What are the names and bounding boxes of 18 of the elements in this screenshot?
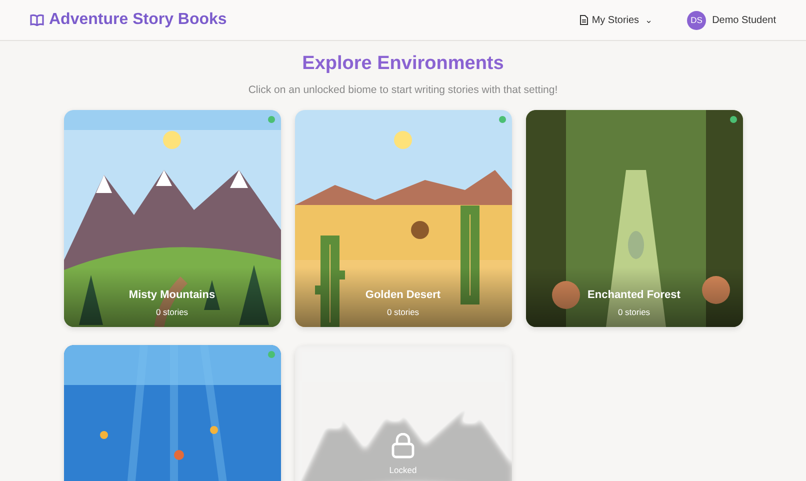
desert-landscape-drawing[interactable] xyxy=(294,110,512,327)
book-icon xyxy=(30,14,44,26)
document-icon xyxy=(580,15,588,25)
page-subtitle: Click on an unlocked biome to start writing stories with that setting! xyxy=(248,84,558,96)
story-count: 0 stories xyxy=(618,307,650,317)
locked-label: Locked xyxy=(389,464,417,474)
mountain-landscape-drawing[interactable] xyxy=(64,110,280,327)
biome-title: Misty Mountains xyxy=(128,289,216,301)
biome-title: Golden Desert xyxy=(365,289,441,301)
user-avatar[interactable]: DS xyxy=(687,10,706,30)
story-count: 0 stories xyxy=(386,307,420,317)
my-stories-menu[interactable]: My Stories ⌄ xyxy=(580,14,654,26)
biome-title: Enchanted Forest xyxy=(588,289,680,301)
story-count: 0 stories xyxy=(156,307,188,317)
user-name: Demo Student xyxy=(712,14,776,26)
brand-title[interactable]: Adventure Story Books xyxy=(49,11,227,29)
page-heading: Explore Environments xyxy=(302,52,504,76)
forest-landscape-drawing[interactable] xyxy=(526,110,742,327)
